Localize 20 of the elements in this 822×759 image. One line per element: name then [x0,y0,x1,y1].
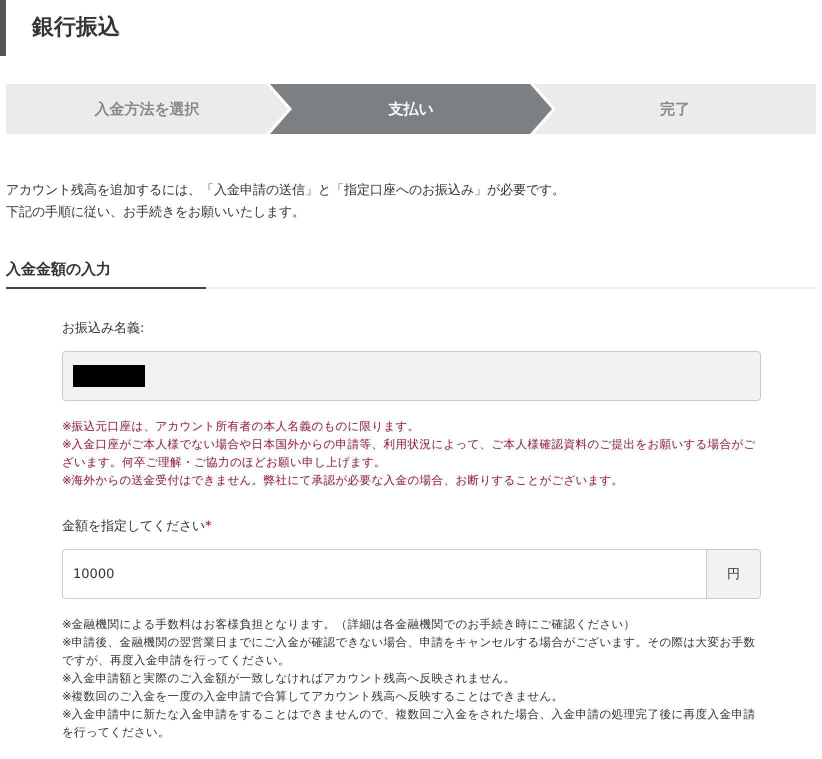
warning-note: ※振込元口座は、アカウント所有者の本人名義のものに限ります。 [62,418,421,435]
info-note: ※入金申請額と実際のご入金額が一致しなければアカウント残高へ反映されません。 [62,670,517,687]
info-note: ※入金申請中に新たな入金申請をすることはできませんので、複数回ご入金をされた場合、入金申請の処理完了後に再度入金申請を行ってください。 [62,706,757,741]
progress-step: 支払い [270,84,552,134]
intro-text: アカウント残高を追加するには、「入金申請の送信」と「指定口座へのお振込み」が必要です。 [6,182,566,200]
section-title: 入金金額の入力 [6,260,206,289]
page-title: 銀行振込 [0,0,822,56]
field-label: 金額を指定してください* [62,518,212,535]
name-field[interactable] [62,351,761,401]
info-note: ※金融機関による手数料はお客様負担となります。（詳細は各金融機関でのお手続き時にご確認ください） [62,616,637,633]
progress-step: 入金方法を選択 [6,84,288,134]
amount-field[interactable]: 10000 [62,549,707,599]
info-note: ※複数回のご入金を一度の入金申請で合算してアカウント残高へ反映することはできません。 [62,688,565,705]
warning-note: ※海外からの送金受付はできません。弊社にて承認が必要な入金の場合、お断りすることがございます。 [62,472,625,489]
warning-note: ※入金口座がご本人様でない場合や日本国外からの申請等、利用状況によって、ご本人様確認資料のご提出をお願いする場合がございます。何卒ご理解・ご協力のほどお願い申し上げます。 [62,436,757,471]
info-note: ※申請後、金融機関の翌営業日までにご入金が確認できない場合、申請をキャンセルする場合がございます。その際は大変お手数ですが、再度入金申請を行ってください。 [62,634,757,669]
progress-step: 完了 [534,84,816,134]
intro-text: 下記の手順に従い、お手続きをお願いいたします。 [6,204,306,222]
currency-unit: 円 [707,549,761,599]
field-label: お振込み名義: [62,320,146,337]
